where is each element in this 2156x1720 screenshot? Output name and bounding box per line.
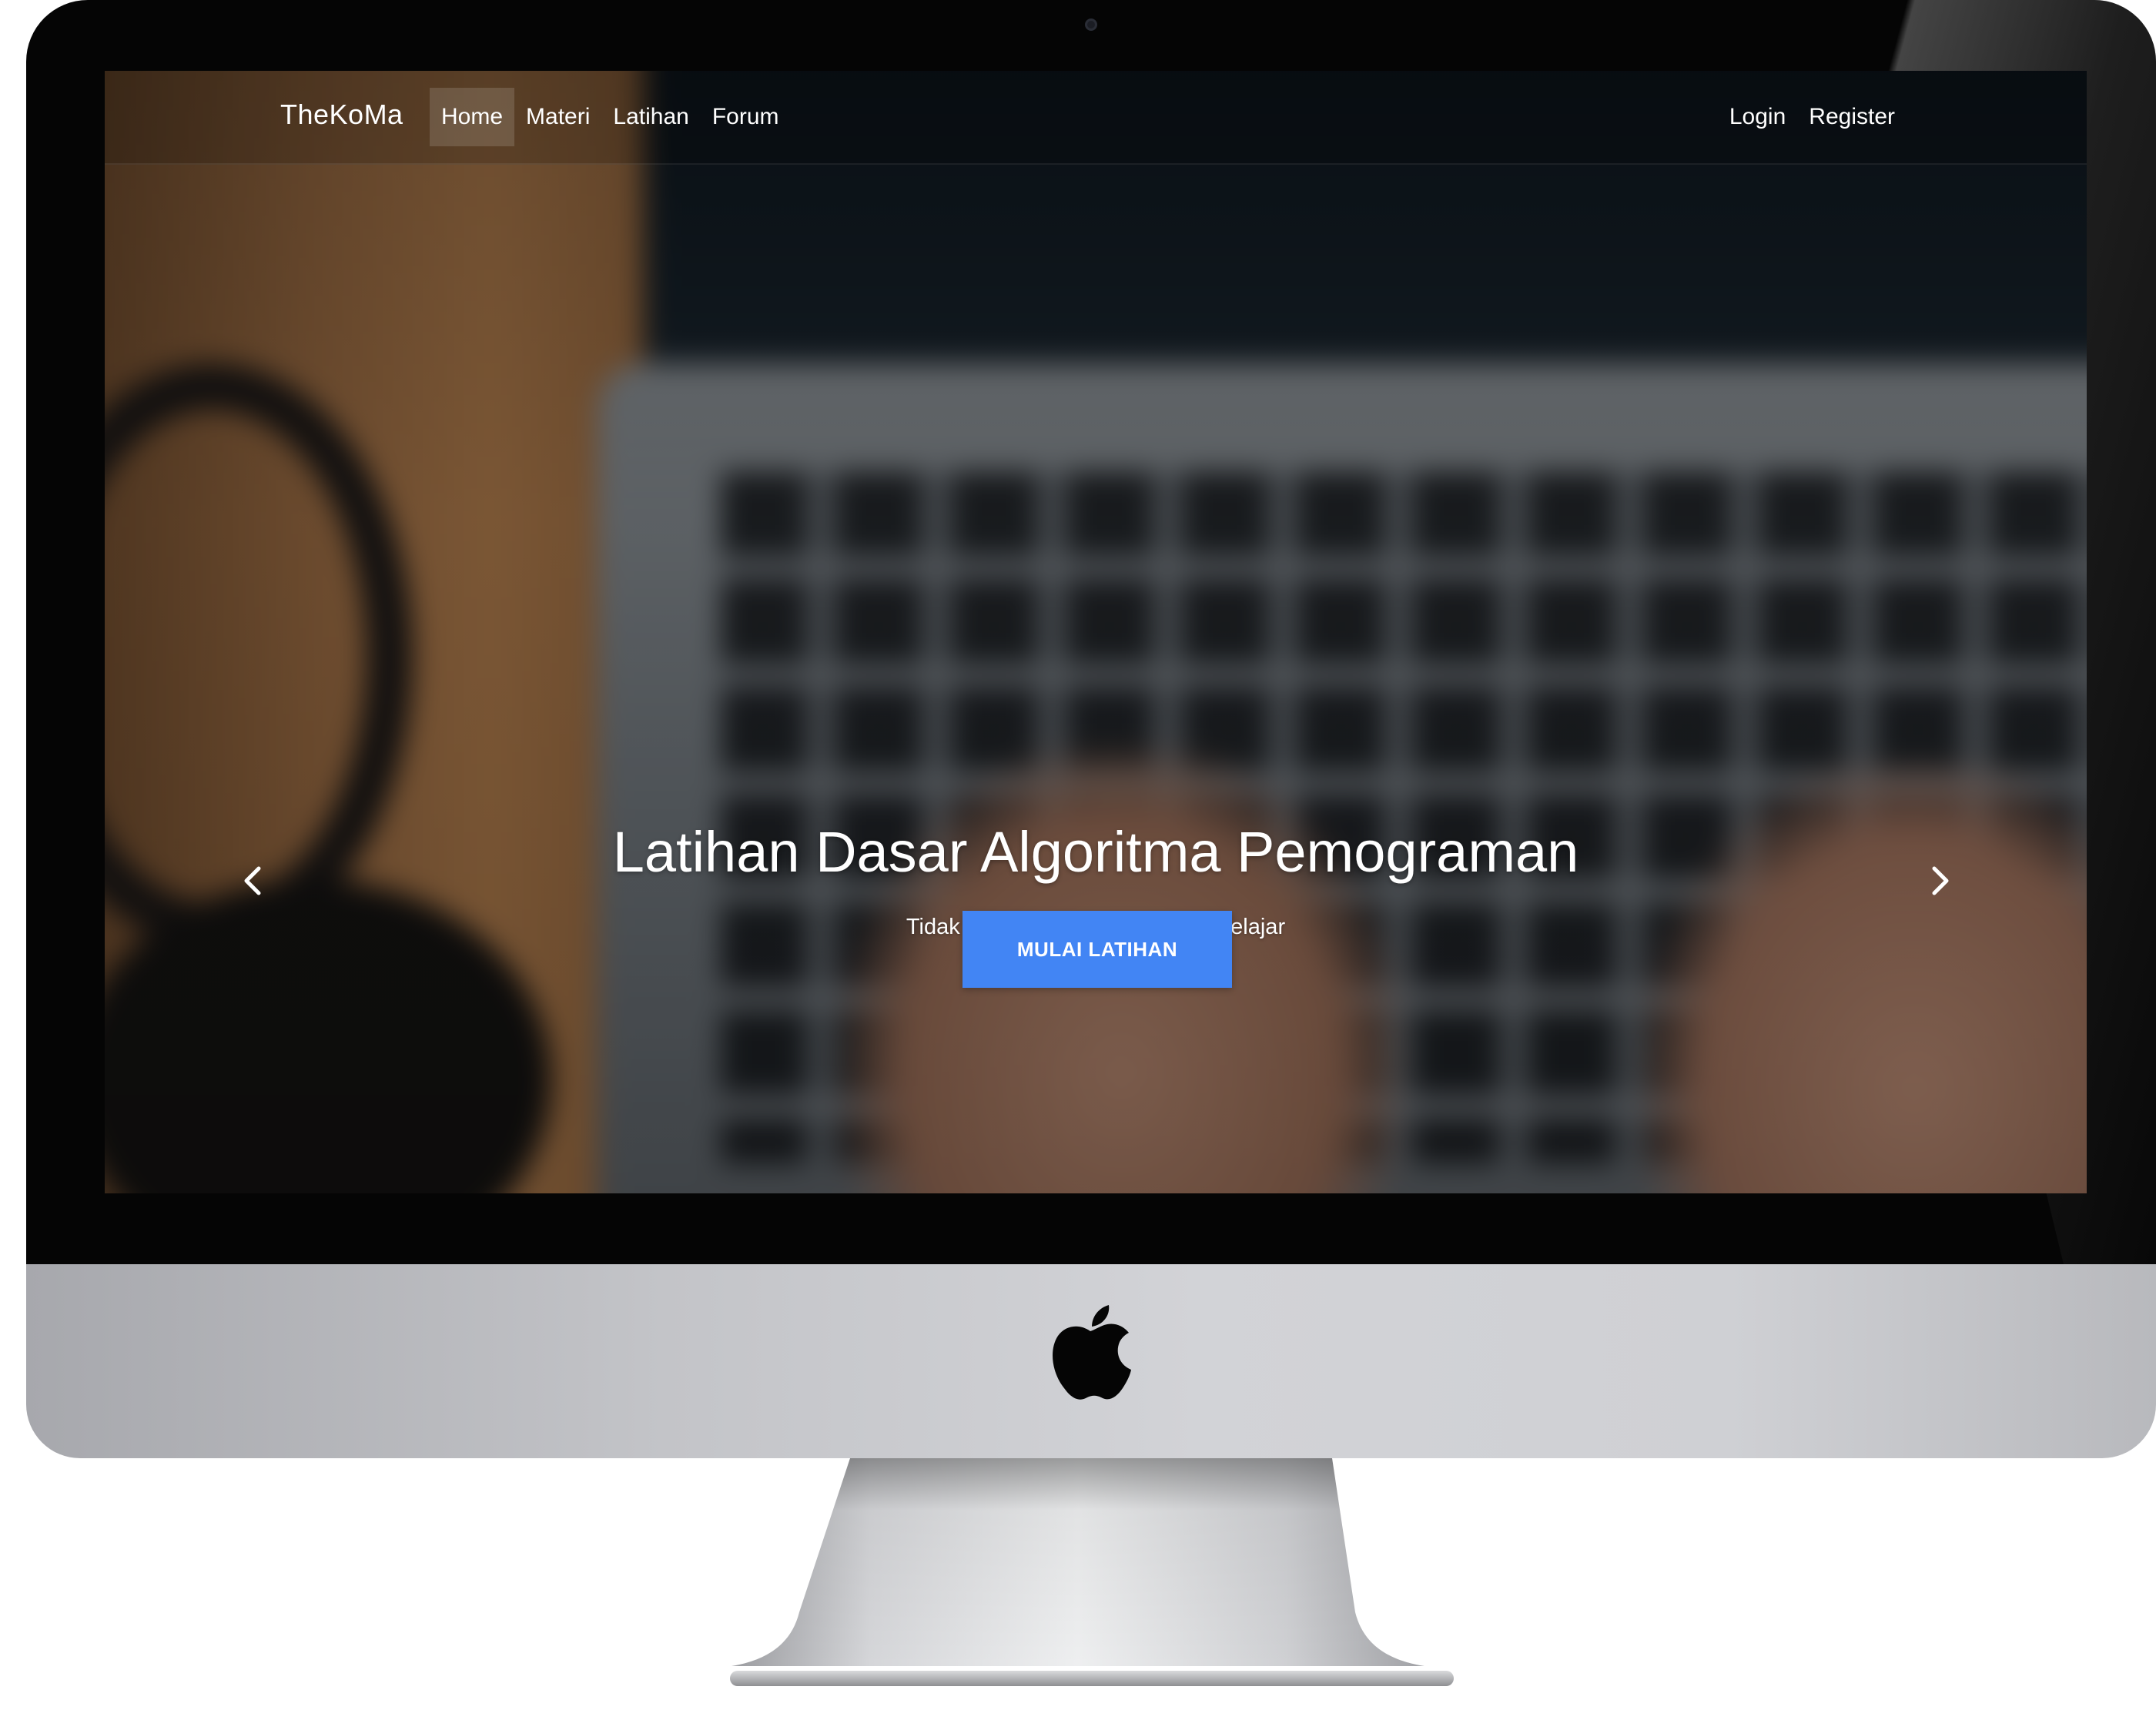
nav-item-forum[interactable]: Forum <box>701 88 791 146</box>
apple-logo-icon <box>1053 1305 1131 1400</box>
nav-item-latihan[interactable]: Latihan <box>601 88 700 146</box>
hero-title: Latihan Dasar Algoritma Pemograman <box>612 820 1579 884</box>
camera-icon <box>1085 18 1097 31</box>
website-screen: TheKoMa Home Materi Latihan Forum Login … <box>105 71 2087 1193</box>
brand-logo[interactable]: TheKoMa <box>280 99 403 131</box>
start-practice-button[interactable]: MULAI LATIHAN <box>962 911 1232 988</box>
navbar: TheKoMa Home Materi Latihan Forum Login … <box>105 71 2087 165</box>
nav-item-materi[interactable]: Materi <box>514 88 601 146</box>
monitor-stand <box>732 1458 1424 1666</box>
imac-mockup: TheKoMa Home Materi Latihan Forum Login … <box>0 0 2156 1720</box>
login-link[interactable]: Login <box>1718 88 1797 146</box>
nav-auth-links: Login Register <box>1718 88 1907 146</box>
register-link[interactable]: Register <box>1797 88 1907 146</box>
nav-links: Home Materi Latihan Forum <box>430 88 791 146</box>
nav-item-home[interactable]: Home <box>430 88 515 146</box>
monitor-stand-base <box>730 1671 1454 1686</box>
background-overlay <box>105 71 2087 1193</box>
